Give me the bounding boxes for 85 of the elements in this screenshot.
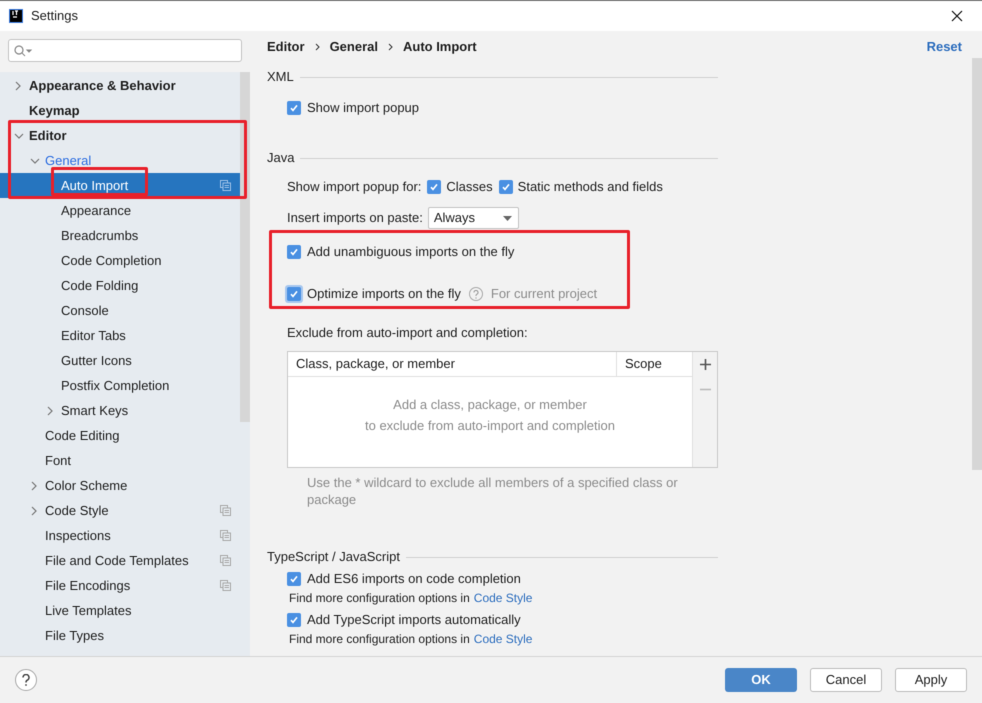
checkmark-icon (289, 574, 299, 584)
field-label: Insert imports on paste: (287, 209, 423, 228)
help-text: Find more configuration options in (289, 590, 470, 607)
close-icon[interactable] (950, 9, 964, 23)
tree-item[interactable]: Appearance & Behavior (0, 73, 240, 98)
tree-item[interactable]: Code Completion (0, 248, 240, 273)
checkmark-icon (289, 289, 299, 299)
tree-item[interactable]: File Types (0, 623, 240, 648)
tree-item[interactable]: Code Editing (0, 423, 240, 448)
tree-item[interactable]: Font (0, 448, 240, 473)
help-button[interactable] (15, 669, 37, 691)
checked-checkbox[interactable] (287, 101, 301, 115)
tree-item[interactable]: File and Code Templates (0, 548, 240, 573)
code-style-link[interactable]: Code Style (474, 589, 532, 607)
section-title: Java (267, 149, 294, 168)
section-title: XML (267, 68, 294, 86)
checkbox-label[interactable]: Add TypeScript imports automatically (307, 610, 521, 630)
tree-item[interactable]: Editor Tabs (0, 323, 240, 348)
tree-item[interactable]: Code Style (0, 498, 240, 523)
code-style-link[interactable]: Code Style (474, 630, 532, 648)
search-icon (14, 44, 32, 56)
checkmark-icon (429, 182, 440, 192)
section-title: TypeScript / JavaScript (267, 548, 400, 566)
app-logo-icon (9, 9, 23, 23)
breadcrumb-item[interactable]: Editor (267, 37, 305, 57)
checkbox-label[interactable]: Add ES6 imports on code completion (307, 569, 521, 589)
chevron-right-icon[interactable] (30, 480, 38, 490)
checkmark-icon (500, 182, 511, 192)
tree-item[interactable]: Postfix Completion (0, 373, 240, 398)
tree-item[interactable]: Live Templates (0, 598, 240, 623)
empty-state-text: Add a class, package, or member (393, 396, 587, 413)
empty-state-text: to exclude from auto-import and completion (364, 417, 615, 434)
checked-checkbox[interactable] (287, 572, 301, 586)
chevron-right-icon (388, 43, 393, 51)
chevron-right-icon (314, 43, 320, 51)
caret-icon (502, 216, 512, 220)
tree-item[interactable]: Smart Keys (0, 398, 240, 423)
checkbox-label[interactable]: Optimize imports on the fly (307, 284, 461, 304)
field-label: Show import popup for: (287, 178, 422, 196)
dialog-button[interactable]: Apply (895, 668, 967, 692)
search-field[interactable] (8, 39, 242, 62)
tree-item[interactable]: Color Scheme (0, 473, 240, 498)
column-header[interactable]: Scope (617, 352, 692, 376)
chevron-down-icon[interactable] (30, 156, 40, 164)
tree-item[interactable]: Console (0, 298, 240, 323)
chevron-right-icon[interactable] (14, 80, 22, 90)
checkmark-icon (289, 615, 299, 625)
checked-checkbox[interactable] (287, 245, 301, 259)
window-title: Settings (31, 7, 78, 26)
tree-item[interactable]: Inspections (0, 523, 240, 548)
tree-item[interactable]: Breadcrumbs (0, 223, 240, 248)
table-caption: Exclude from auto-import and completion: (287, 324, 529, 341)
checked-checkbox[interactable] (498, 180, 513, 194)
checkmark-icon (289, 103, 299, 113)
help-text: Use the * wildcard to exclude all members of a specified class or package (306, 474, 679, 508)
add-icon[interactable] (698, 358, 712, 371)
question-mark-icon (22, 674, 30, 686)
checked-checkbox[interactable] (287, 613, 301, 627)
help-text: Find more configuration options in (289, 631, 470, 648)
checkbox-label[interactable]: Classes (446, 177, 493, 197)
checkbox-label[interactable]: Static methods and fields (518, 177, 663, 197)
column-header[interactable]: Class, package, or member (288, 352, 617, 376)
tree-item[interactable]: General (0, 148, 240, 173)
hint-text: For current project (490, 285, 598, 304)
tree-item[interactable]: Keymap (0, 98, 240, 123)
dialog-button[interactable]: Cancel (810, 668, 882, 692)
breadcrumb-item[interactable]: Auto Import (402, 37, 477, 57)
tree-item[interactable]: Gutter Icons (0, 348, 240, 373)
chevron-right-icon[interactable] (46, 406, 54, 416)
breadcrumb-item[interactable]: General (330, 37, 378, 57)
scrollbar[interactable] (972, 58, 982, 470)
checked-checkbox[interactable] (427, 180, 442, 194)
dropdown[interactable]: Always (428, 207, 519, 229)
reset-link[interactable]: Reset (926, 37, 962, 57)
checkbox-label[interactable]: Show import popup (307, 98, 420, 118)
tree-item[interactable]: Appearance (0, 198, 240, 223)
checkmark-icon (289, 247, 299, 257)
tree-item[interactable]: Code Folding (0, 273, 240, 298)
help-icon[interactable] (468, 287, 483, 301)
chevron-down-icon[interactable] (14, 132, 24, 140)
tree-item[interactable]: Editor (0, 123, 240, 148)
checkbox-label[interactable]: Add unambiguous imports on the fly (307, 242, 514, 262)
tree-item[interactable]: File Encodings (0, 573, 240, 598)
chevron-right-icon[interactable] (30, 506, 38, 516)
dialog-button[interactable]: OK (725, 668, 797, 692)
